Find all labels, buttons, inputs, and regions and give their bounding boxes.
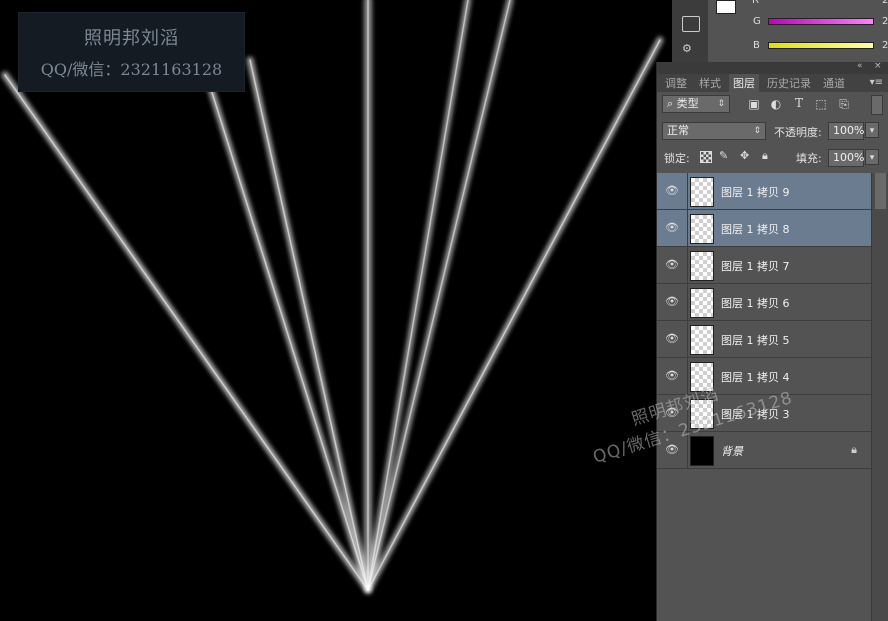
g-value[interactable]: 2: [882, 16, 888, 27]
watermark-box: 照明邦刘滔 QQ/微信：2321163128: [18, 12, 245, 92]
adjustments-icon[interactable]: [682, 16, 700, 32]
layer-thumbnail: [690, 214, 714, 244]
layer-row[interactable]: 👁︎ 图层 1 拷贝 7: [657, 247, 871, 284]
padlock-icon: 🔒︎: [851, 443, 857, 456]
blend-mode-value: 正常: [667, 124, 689, 137]
filter-toggle[interactable]: [871, 95, 883, 115]
layer-name: 图层 1 拷贝 5: [721, 334, 790, 347]
layers-scrollbar[interactable]: [871, 173, 888, 621]
scrollbar-thumb[interactable]: [875, 173, 886, 209]
r-label: R: [752, 0, 759, 6]
r-value[interactable]: 2: [882, 0, 888, 6]
updown-icon: ⇕: [717, 99, 725, 109]
lock-pixels-icon[interactable]: ✎: [719, 149, 728, 162]
eye-icon[interactable]: 👁︎: [657, 210, 688, 246]
layers-panel: « × 调整 样式 图层 历史记录 通道 ▾≡ ⌕ 类型 ⇕ ▣ ◐ T ⬚ ⎘…: [656, 61, 888, 621]
search-icon: ⌕: [667, 97, 674, 110]
b-value[interactable]: 2: [882, 40, 888, 51]
filter-type-icon[interactable]: T: [792, 96, 806, 110]
lock-position-icon[interactable]: ✥: [740, 149, 749, 162]
layer-thumbnail: [690, 251, 714, 281]
panel-menu-icon[interactable]: ▾≡: [870, 77, 883, 88]
watermark-line2: QQ/微信：2321163128: [40, 60, 223, 79]
layer-name: 图层 1 拷贝 8: [721, 223, 790, 236]
eye-icon[interactable]: 👁︎: [657, 247, 688, 283]
lock-label: 锁定:: [664, 152, 690, 165]
panel-topbar: « ×: [657, 61, 888, 74]
fill-dropdown[interactable]: ▾: [865, 149, 879, 165]
color-panel: ⚙: [672, 0, 888, 62]
close-icon[interactable]: ×: [874, 61, 882, 71]
filter-kind-label: 类型: [676, 97, 699, 110]
layer-row[interactable]: 👁︎ 图层 1 拷贝 6: [657, 284, 871, 321]
tab-history[interactable]: 历史记录: [763, 74, 815, 92]
panel-tabs: 调整 样式 图层 历史记录 通道 ▾≡: [657, 74, 888, 92]
layer-row[interactable]: 👁︎ 图层 1 拷贝 5: [657, 321, 871, 358]
layer-row[interactable]: 👁︎ 图层 1 拷贝 9: [657, 173, 871, 210]
layer-name: 图层 1 拷贝 7: [721, 260, 790, 273]
opacity-dropdown[interactable]: ▾: [865, 122, 879, 138]
layer-thumbnail: [690, 436, 714, 466]
tool-strip: ⚙: [672, 0, 708, 62]
tab-adjustments[interactable]: 调整: [661, 74, 691, 92]
foreground-swatch[interactable]: [716, 0, 736, 14]
layer-row[interactable]: 👁︎ 图层 1 拷贝 8: [657, 210, 871, 247]
g-slider[interactable]: [768, 18, 874, 25]
b-slider[interactable]: [768, 42, 874, 49]
fill-label: 填充:: [796, 152, 822, 165]
filter-shape-icon[interactable]: ⬚: [814, 97, 828, 111]
collapse-icon[interactable]: «: [857, 61, 863, 71]
lock-all-icon[interactable]: 🔒︎: [762, 149, 768, 163]
tab-styles[interactable]: 样式: [695, 74, 725, 92]
updown-icon: ⇕: [753, 126, 761, 136]
filter-kind-select[interactable]: ⌕ 类型 ⇕: [662, 95, 730, 113]
layer-name: 图层 1 拷贝 6: [721, 297, 790, 310]
g-label: G: [753, 16, 761, 27]
opacity-input[interactable]: 100%: [828, 122, 864, 140]
watermark-line1: 照明邦刘滔: [84, 28, 179, 49]
eye-icon[interactable]: 👁︎: [657, 321, 688, 357]
layer-name: 图层 1 拷贝 9: [721, 186, 790, 199]
opacity-label: 不透明度:: [774, 126, 822, 139]
b-label: B: [753, 40, 760, 51]
layer-thumbnail: [690, 325, 714, 355]
layer-thumbnail: [690, 288, 714, 318]
beam-origin: [365, 585, 371, 591]
tab-layers[interactable]: 图层: [729, 74, 759, 92]
eye-icon[interactable]: 👁︎: [657, 173, 688, 209]
tab-channels[interactable]: 通道: [819, 74, 849, 92]
fill-input[interactable]: 100%: [828, 149, 864, 167]
filter-smartobject-icon[interactable]: ⎘: [837, 97, 851, 112]
layer-name: 背景: [721, 445, 743, 458]
layer-thumbnail: [690, 177, 714, 207]
settings-icon[interactable]: ⚙: [682, 42, 698, 56]
eye-icon[interactable]: 👁︎: [657, 284, 688, 320]
blend-mode-select[interactable]: 正常 ⇕: [662, 122, 766, 140]
filter-adjustment-icon[interactable]: ◐: [769, 97, 783, 111]
lock-transparency-icon[interactable]: [700, 151, 712, 163]
filter-pixel-icon[interactable]: ▣: [747, 97, 761, 111]
